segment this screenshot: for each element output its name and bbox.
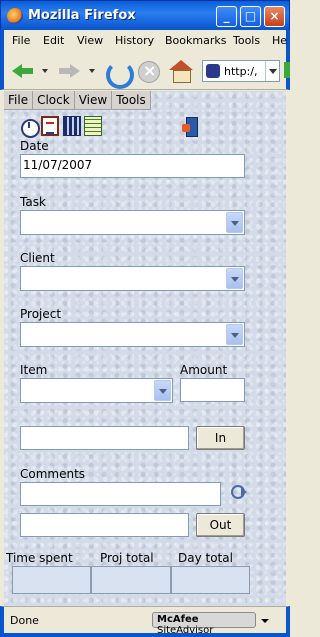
chevron-down-icon[interactable] [154,380,171,401]
firefox-icon [7,8,23,24]
clock-out-time-field[interactable] [20,513,189,537]
day-total-value [171,567,249,593]
clock-out-button[interactable]: Out [196,513,245,537]
forward-history-dropdown-icon[interactable] [89,69,95,73]
menu-view[interactable]: View [77,34,103,47]
siteadvisor-label: SiteAdvisor [157,625,214,636]
clock-icon[interactable] [20,116,40,138]
status-bar: Done McAfee SiteAdvisor [0,606,290,637]
address-text[interactable]: http:/, [224,65,258,78]
time-spent-value [13,567,93,593]
comments-label: Comments [20,467,86,481]
totals-row [12,566,250,594]
menu-bookmarks[interactable]: Bookmarks [165,34,226,47]
comment-submit-icon[interactable] [231,483,247,499]
reload-icon[interactable] [103,58,134,89]
back-history-dropdown-icon[interactable] [42,69,48,73]
project-label: Project [20,307,62,321]
task-select[interactable] [20,210,245,235]
clock-in-time-field[interactable] [20,426,189,450]
day-total-label: Day total [178,551,233,565]
go-icon[interactable] [284,62,290,78]
mcafee-siteadvisor-button[interactable]: McAfee SiteAdvisor [152,612,256,636]
app-menu-clock[interactable]: Clock [33,91,75,110]
menu-help[interactable]: He [272,34,287,47]
client-select[interactable] [20,266,245,291]
item-select[interactable] [20,378,173,403]
siteadvisor-dropdown-icon[interactable] [261,619,269,623]
window-titlebar: Mozilla Firefox _ □ × [0,0,290,30]
app-menu-view[interactable]: View [75,91,113,110]
form-icon[interactable] [41,116,59,136]
item-label: Item [20,363,48,377]
proj-total-label: Proj total [100,551,154,565]
comments-field[interactable] [20,482,221,506]
navigation-toolbar: http:/, [0,52,290,90]
status-text: Done [10,614,39,627]
app-menu-file[interactable]: File [4,91,34,110]
page-content: File Clock View Tools Date 11/07/2007 Ta… [4,91,286,606]
amount-label: Amount [180,363,228,377]
chevron-down-icon[interactable] [226,324,243,345]
close-button[interactable]: × [264,6,285,27]
app-menubar: File Clock View Tools [4,91,151,110]
grid-icon[interactable] [63,116,81,136]
minimize-button[interactable]: _ [216,6,237,27]
menu-file[interactable]: File [12,34,30,47]
amount-field[interactable] [180,378,245,402]
chevron-down-icon[interactable] [226,268,243,289]
proj-total-value [92,567,172,593]
browser-menubar: File Edit View History Bookmarks Tools H… [0,30,290,52]
menu-history[interactable]: History [115,34,154,47]
app-menu-tools[interactable]: Tools [112,91,151,110]
site-favicon-icon [206,64,220,78]
address-bar[interactable]: http:/, [202,60,280,82]
project-select[interactable] [20,322,245,347]
maximize-button[interactable]: □ [240,6,261,27]
date-field[interactable]: 11/07/2007 [20,154,245,178]
chevron-down-icon[interactable] [226,212,243,233]
exit-icon[interactable] [182,116,200,137]
menu-tools[interactable]: Tools [233,34,260,47]
clock-in-button[interactable]: In [196,426,245,450]
mcafee-brand: McAfee [157,614,199,625]
back-icon[interactable] [10,58,36,84]
client-label: Client [20,251,55,265]
time-spent-label: Time spent [6,551,73,565]
date-label: Date [20,139,49,153]
sheet-icon[interactable] [84,116,102,136]
window-title: Mozilla Firefox [28,8,136,23]
stop-icon[interactable] [135,58,161,84]
menu-edit[interactable]: Edit [43,34,64,47]
address-dropdown-icon[interactable] [265,61,279,81]
task-label: Task [20,195,46,209]
forward-icon[interactable] [56,58,82,84]
home-icon[interactable] [168,58,194,84]
